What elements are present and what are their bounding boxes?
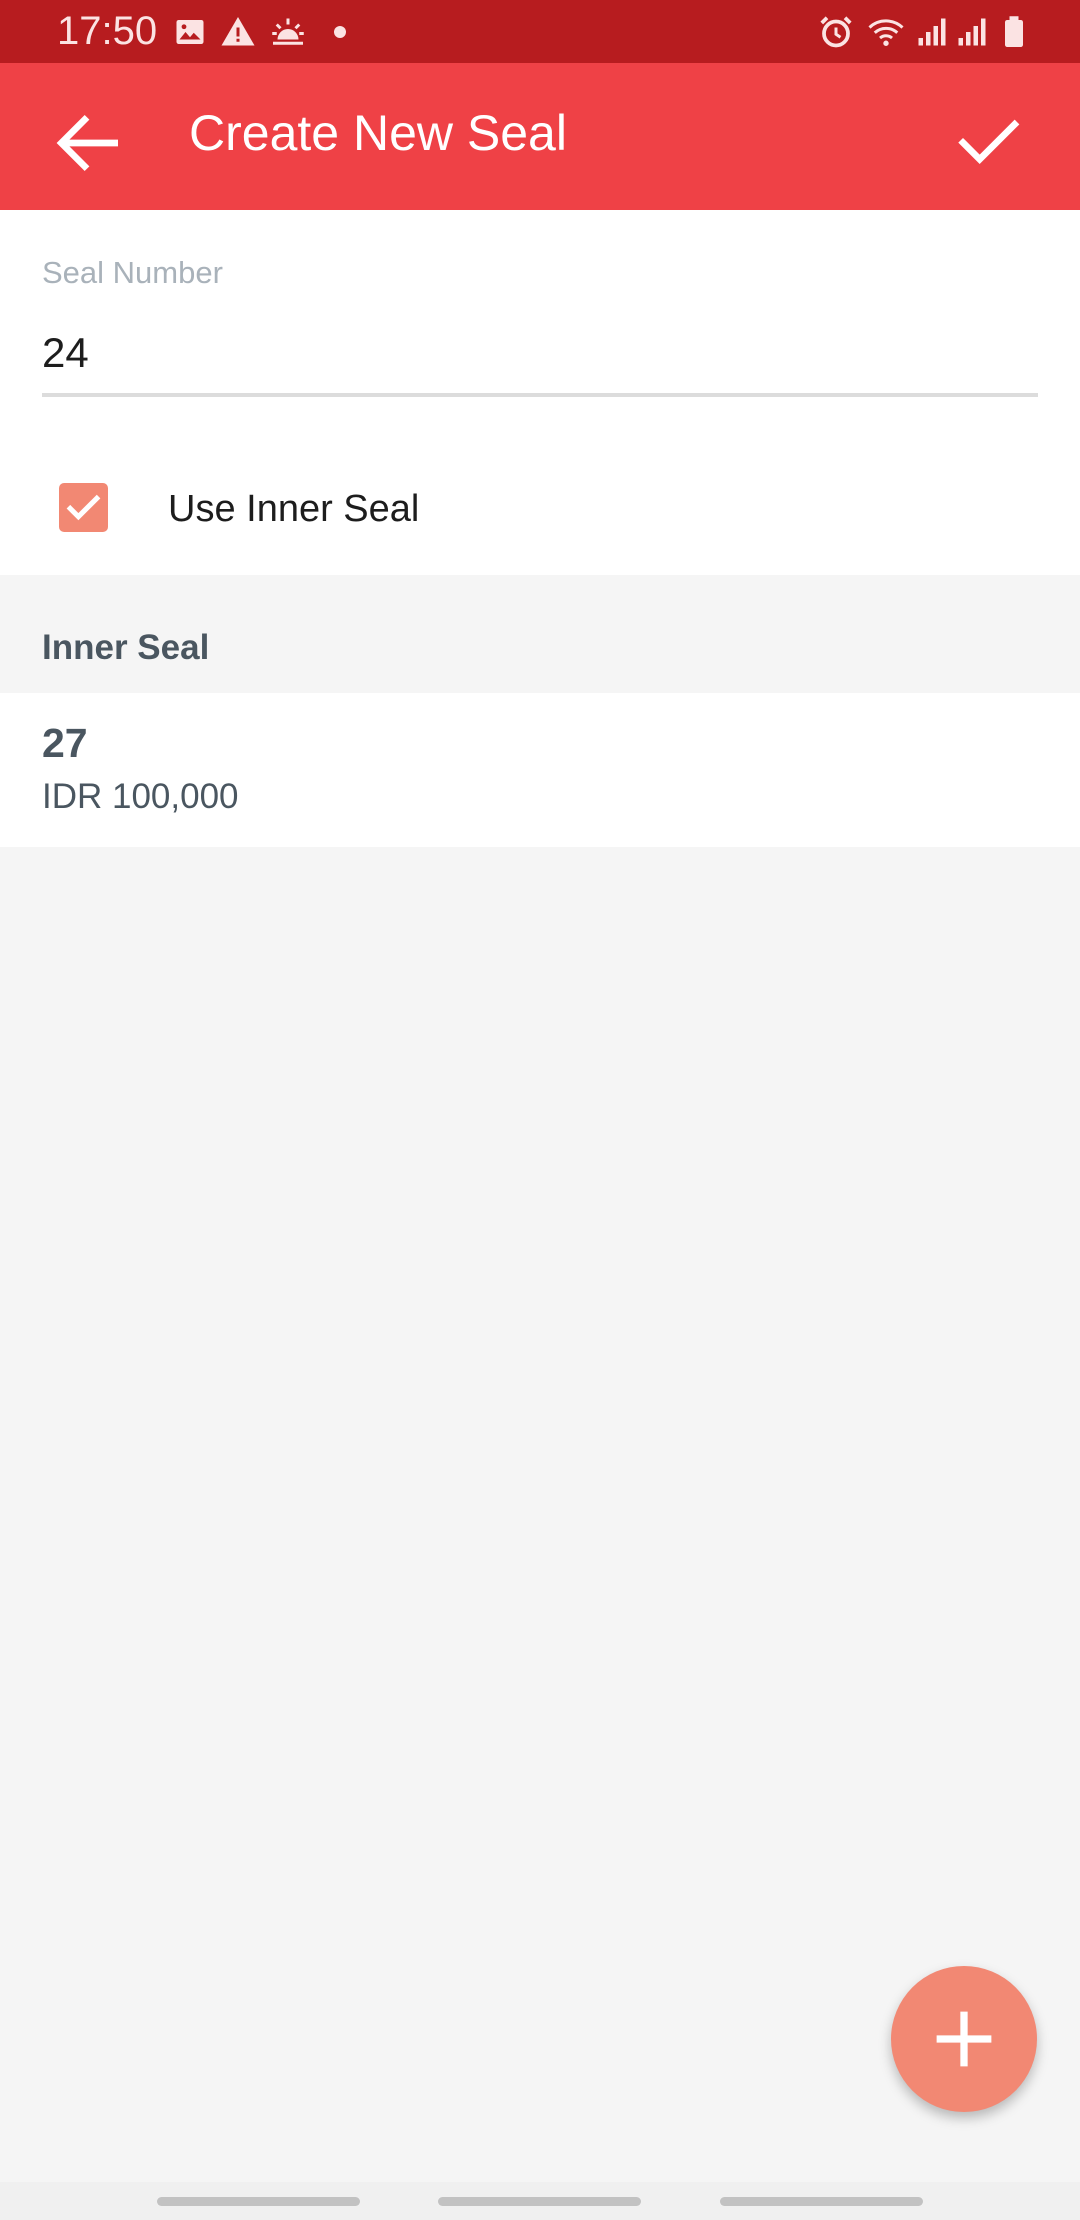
check-icon [958,119,1020,165]
signal-icon [914,14,950,50]
arrow-left-icon [56,114,118,172]
inner-seal-section-header: Inner Seal [42,628,210,667]
battery-icon [996,14,1032,50]
nav-handle-right[interactable] [720,2197,923,2206]
signal-icon [954,14,990,50]
dot-icon [322,14,358,50]
status-bar: 17:50 [0,0,1080,63]
seal-form: Seal Number Use Inner Seal [0,210,1080,575]
seal-number-underline [42,393,1038,397]
app-bar: Create New Seal [0,63,1080,210]
alarm-icon [818,14,854,50]
add-inner-seal-button[interactable] [891,1966,1037,2112]
status-time: 17:50 [57,9,158,53]
inner-seal-list-item[interactable]: 27 IDR 100,000 [0,693,1080,847]
warning-icon [220,14,256,50]
nav-handle-left[interactable] [157,2197,360,2206]
nav-handle-center[interactable] [438,2197,641,2206]
navigation-bar [0,2182,1080,2220]
plus-icon [936,2011,992,2067]
use-inner-seal-label[interactable]: Use Inner Seal [168,486,419,532]
inner-seal-amount: IDR 100,000 [42,777,239,816]
image-icon [172,14,208,50]
seal-number-label: Seal Number [42,255,223,290]
seal-number-input[interactable] [42,323,1038,383]
wifi-icon [868,14,904,50]
checkmark-icon [66,494,101,521]
confirm-button[interactable] [948,101,1028,181]
sunrise-icon [270,14,306,50]
inner-seal-number: 27 [42,720,88,766]
use-inner-seal-checkbox[interactable] [59,483,108,532]
back-button[interactable] [48,103,128,183]
page-title: Create New Seal [189,105,567,161]
